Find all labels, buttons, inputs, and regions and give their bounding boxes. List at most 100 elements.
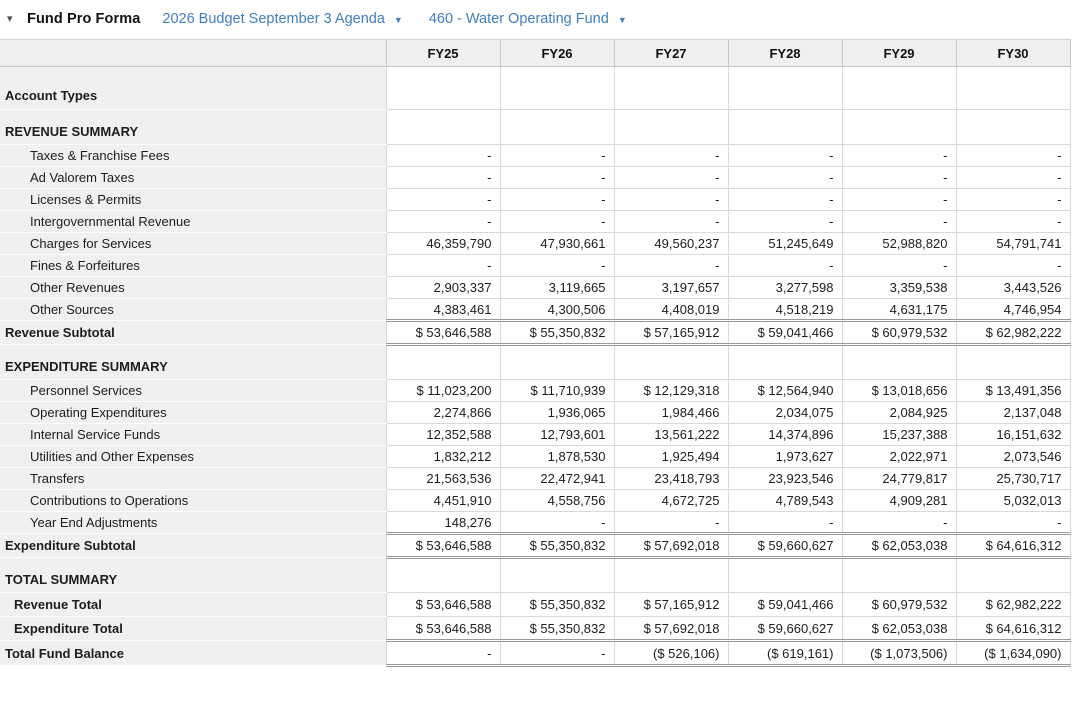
table-row: REVENUE SUMMARY — [0, 109, 1071, 145]
cell-fy29: 2,084,925 — [841, 401, 956, 424]
cell-fy28 — [727, 109, 842, 145]
cell-fy29: 52,988,820 — [841, 232, 956, 255]
row-label: Utilities and Other Expenses — [0, 445, 386, 468]
cell-fy30: 54,791,741 — [955, 232, 1071, 255]
cell-fy26 — [499, 344, 614, 380]
cell-fy29: 2,022,971 — [841, 445, 956, 468]
cell-fy28: 3,277,598 — [727, 276, 842, 299]
table-row: EXPENDITURE SUMMARY — [0, 344, 1071, 380]
column-header-fy28: FY28 — [727, 39, 842, 67]
cell-fy29: 15,237,388 — [841, 423, 956, 446]
cell-fy25: 4,451,910 — [385, 489, 500, 512]
column-header-fy29: FY29 — [841, 39, 956, 67]
table-row: Expenditure Total $ 53,646,588 $ 55,350,83… — [0, 616, 1071, 642]
cell-fy29 — [841, 557, 956, 593]
row-label: TOTAL SUMMARY — [0, 557, 386, 593]
cell-fy29: - — [841, 166, 956, 189]
cell-fy27: 1,984,466 — [613, 401, 728, 424]
cell-fy28: - — [727, 511, 842, 534]
cell-fy25: - — [385, 210, 500, 233]
table-row: Other Revenues 2,903,337 3,119,665 3,197,65… — [0, 276, 1071, 299]
cell-fy28: - — [727, 188, 842, 211]
cell-fy29: 24,779,817 — [841, 467, 956, 490]
cell-fy26: - — [499, 640, 614, 667]
cell-fy30: $ 64,616,312 — [955, 616, 1071, 642]
cell-fy25: $ 53,646,588 — [385, 532, 500, 559]
cell-fy27: 49,560,237 — [613, 232, 728, 255]
cell-fy28 — [727, 344, 842, 380]
table-row: Ad Valorem Taxes - - - - - - — [0, 166, 1071, 189]
row-label: Licenses & Permits — [0, 188, 386, 211]
cell-fy28: - — [727, 254, 842, 277]
column-header-fy27: FY27 — [613, 39, 728, 67]
cell-fy26: - — [499, 210, 614, 233]
cell-fy25: $ 53,646,588 — [385, 616, 500, 642]
budget-dropdown-label: 2026 Budget September 3 Agenda — [162, 11, 385, 27]
table-header-row: FY25 FY26 FY27 FY28 FY29 FY30 — [0, 39, 1071, 67]
cell-fy30: - — [955, 166, 1071, 189]
cell-fy27: $ 57,165,912 — [613, 319, 728, 346]
cell-fy25 — [385, 66, 500, 110]
cell-fy27 — [613, 557, 728, 593]
cell-fy29 — [841, 109, 956, 145]
cell-fy28: $ 12,564,940 — [727, 379, 842, 402]
cell-fy29: 4,909,281 — [841, 489, 956, 512]
cell-fy28 — [727, 557, 842, 593]
cell-fy30: $ 62,982,222 — [955, 592, 1071, 617]
cell-fy26: 1,878,530 — [499, 445, 614, 468]
row-label: Taxes & Franchise Fees — [0, 144, 386, 167]
cell-fy30 — [955, 109, 1071, 145]
cell-fy30: $ 64,616,312 — [955, 532, 1071, 559]
cell-fy28: 4,518,219 — [727, 298, 842, 321]
cell-fy26: $ 55,350,832 — [499, 532, 614, 559]
cell-fy29: - — [841, 254, 956, 277]
row-label: Year End Adjustments — [0, 511, 386, 534]
cell-fy28: ($ 619,161) — [727, 640, 842, 667]
cell-fy28: 14,374,896 — [727, 423, 842, 446]
cell-fy28: 2,034,075 — [727, 401, 842, 424]
cell-fy29: $ 60,979,532 — [841, 592, 956, 617]
table-row: Revenue Subtotal $ 53,646,588 $ 55,350,832… — [0, 319, 1071, 346]
row-label: Account Types — [0, 66, 386, 110]
cell-fy29: $ 62,053,038 — [841, 532, 956, 559]
row-label: Personnel Services — [0, 379, 386, 402]
row-label: Other Sources — [0, 298, 386, 321]
table-row: Operating Expenditures 2,274,866 1,936,065… — [0, 401, 1071, 424]
cell-fy30: ($ 1,634,090) — [955, 640, 1071, 667]
cell-fy26: $ 11,710,939 — [499, 379, 614, 402]
cell-fy30: 5,032,013 — [955, 489, 1071, 512]
cell-fy30 — [955, 344, 1071, 380]
cell-fy26 — [499, 66, 614, 110]
cell-fy25: $ 53,646,588 — [385, 319, 500, 346]
table-row: Fines & Forfeitures - - - - - - — [0, 254, 1071, 277]
cell-fy27 — [613, 66, 728, 110]
cell-fy30: - — [955, 188, 1071, 211]
cell-fy27: 4,408,019 — [613, 298, 728, 321]
cell-fy25: 4,383,461 — [385, 298, 500, 321]
cell-fy30: 3,443,526 — [955, 276, 1071, 299]
header-label-spacer — [0, 39, 386, 67]
collapse-caret-icon[interactable]: ▾ — [7, 13, 27, 25]
cell-fy26: - — [499, 166, 614, 189]
budget-dropdown[interactable]: 2026 Budget September 3 Agenda ▼ — [162, 11, 402, 27]
cell-fy28: - — [727, 144, 842, 167]
cell-fy27 — [613, 109, 728, 145]
cell-fy25 — [385, 557, 500, 593]
cell-fy27: - — [613, 254, 728, 277]
cell-fy28: - — [727, 166, 842, 189]
cell-fy25 — [385, 344, 500, 380]
cell-fy27: 3,197,657 — [613, 276, 728, 299]
top-bar: ▾ Fund Pro Forma 2026 Budget September 3… — [0, 0, 1072, 38]
table-row: Revenue Total $ 53,646,588 $ 55,350,832 $ 5… — [0, 592, 1071, 617]
cell-fy26: 12,793,601 — [499, 423, 614, 446]
cell-fy29: 4,631,175 — [841, 298, 956, 321]
cell-fy25: - — [385, 144, 500, 167]
cell-fy29 — [841, 66, 956, 110]
row-label: Revenue Subtotal — [0, 320, 386, 345]
cell-fy27: 1,925,494 — [613, 445, 728, 468]
cell-fy30: 4,746,954 — [955, 298, 1071, 321]
cell-fy26: 4,300,506 — [499, 298, 614, 321]
column-header-fy30: FY30 — [955, 39, 1071, 67]
row-label: Expenditure Total — [0, 616, 386, 641]
fund-dropdown[interactable]: 460 - Water Operating Fund ▼ — [429, 11, 627, 27]
